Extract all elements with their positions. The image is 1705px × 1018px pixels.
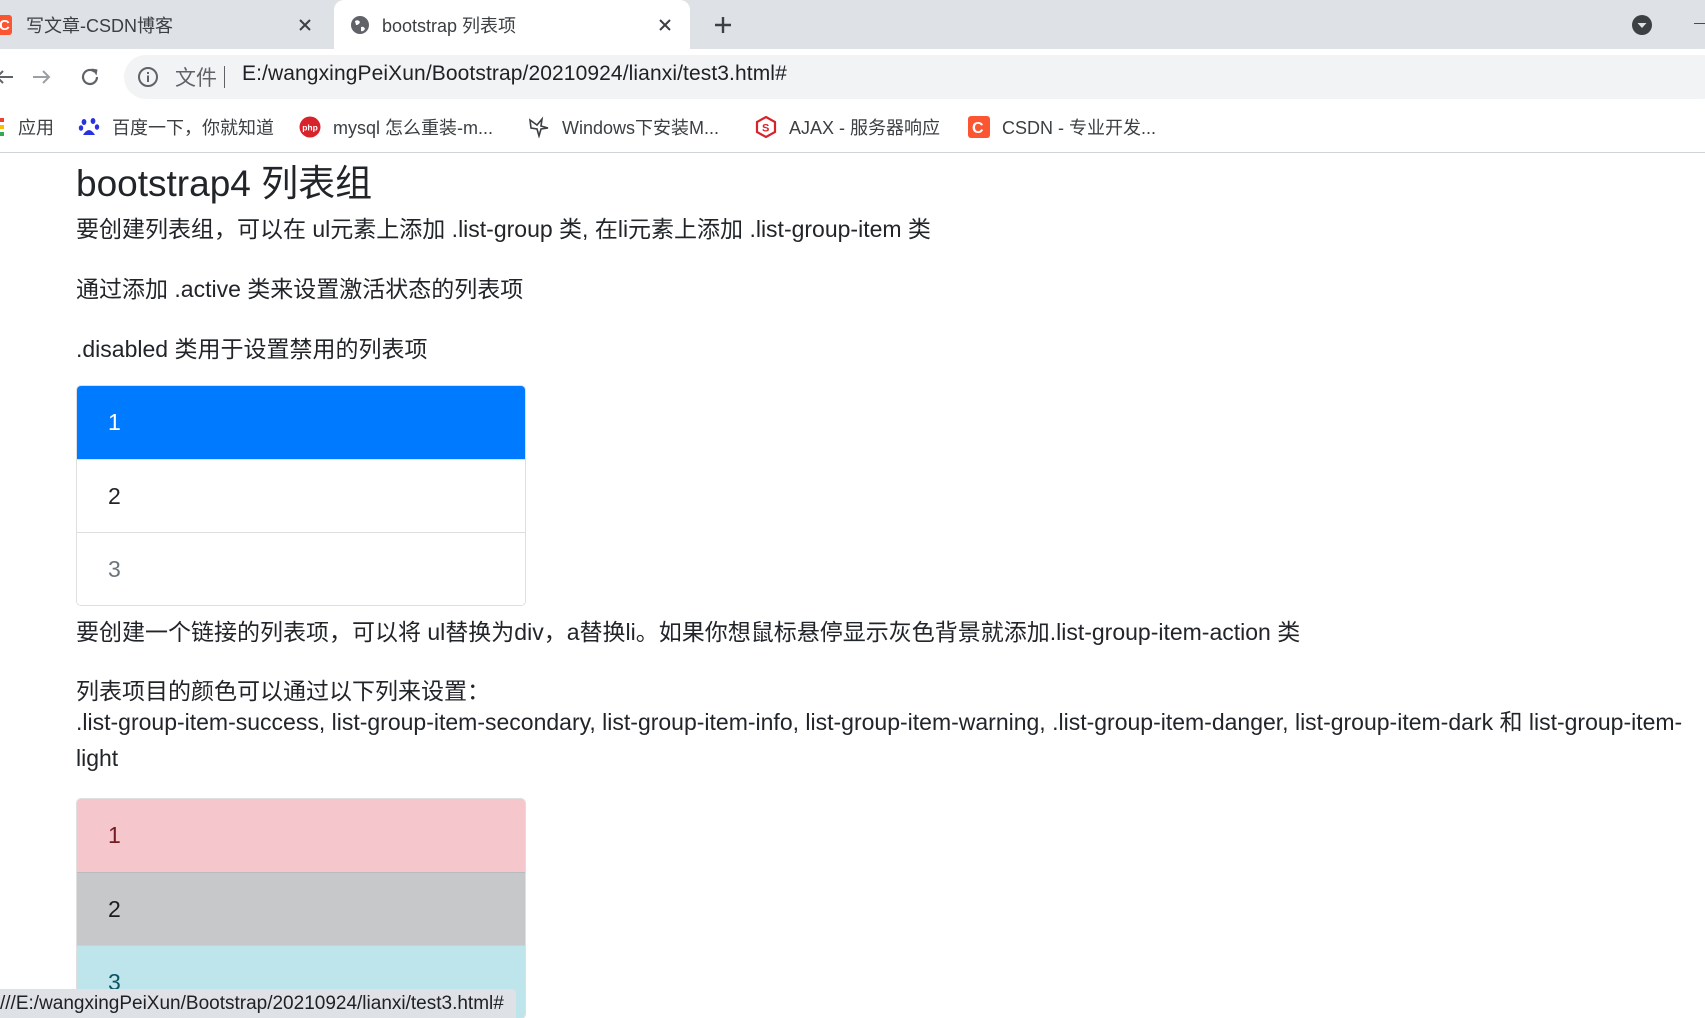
- bookmark-label: Windows下安装M...: [562, 118, 720, 138]
- bookmark-ajax[interactable]: S AJAX - 服务器响应: [755, 114, 940, 140]
- csdn-icon: C: [968, 116, 990, 138]
- window-minimize-icon[interactable]: —: [1694, 14, 1705, 30]
- bookmark-apps[interactable]: 应用: [0, 114, 54, 140]
- svg-text:php: php: [302, 123, 318, 133]
- paragraph-disabled: .disabled 类用于设置禁用的列表项: [76, 336, 428, 362]
- back-button[interactable]: [0, 63, 18, 91]
- close-icon[interactable]: [294, 14, 316, 36]
- forward-button[interactable]: [28, 63, 56, 91]
- page-viewport: bootstrap4 列表组 要创建列表组，可以在 ul元素上添加 .list-…: [0, 153, 1705, 1018]
- list-item-disabled: 3: [77, 532, 525, 605]
- bookmark-label: 百度一下，你就知道: [112, 118, 274, 138]
- bookmark-label: 应用: [18, 118, 54, 138]
- bird-icon: [528, 116, 550, 138]
- globe-icon: [350, 15, 370, 35]
- svg-text:C: C: [0, 17, 10, 34]
- scheme-label: 文件: [175, 67, 217, 90]
- new-tab-button[interactable]: [710, 12, 736, 38]
- tab-csdn[interactable]: C 写文章-CSDN博客: [0, 0, 330, 49]
- list-item-active[interactable]: 1: [77, 386, 525, 459]
- list-item[interactable]: 2: [77, 459, 525, 532]
- php-icon: php: [299, 116, 321, 138]
- bookmark-label: CSDN - 专业开发...: [1002, 118, 1157, 138]
- reload-button[interactable]: [76, 63, 104, 91]
- plus-icon: [715, 17, 731, 33]
- baidu-paw-icon: [78, 116, 100, 138]
- tab-title: bootstrap 列表项: [382, 15, 517, 36]
- paragraph-link-items: 要创建一个链接的列表项，可以将 ul替换为div，a替换li。如果你想鼠标悬停显…: [76, 619, 1301, 645]
- paragraph-colors-intro: 列表项目的颜色可以通过以下列来设置：: [76, 678, 490, 704]
- svg-text:S: S: [762, 123, 769, 135]
- list-group-colored: 1 2 3: [76, 798, 526, 1018]
- csdn-icon: C: [0, 14, 12, 35]
- bookmark-label: mysql 怎么重装-m...: [333, 118, 493, 138]
- bookmark-windows[interactable]: Windows下安装M...: [528, 114, 719, 140]
- paragraph-list-group: 要创建列表组，可以在 ul元素上添加 .list-group 类, 在li元素上…: [76, 216, 931, 242]
- tab-bootstrap[interactable]: bootstrap 列表项: [334, 0, 690, 49]
- apps-grid-icon: [0, 116, 8, 138]
- w3school-icon: S: [755, 116, 777, 138]
- bookmark-csdn[interactable]: C CSDN - 专业开发...: [968, 114, 1156, 140]
- bookmark-mysql[interactable]: php mysql 怎么重装-m...: [299, 114, 493, 140]
- arrow-left-icon: [0, 70, 13, 84]
- reload-icon: [81, 68, 99, 86]
- bookmark-baidu[interactable]: 百度一下，你就知道: [78, 114, 274, 140]
- url-text[interactable]: E:/wangxingPeiXun/Bootstrap/20210924/lia…: [242, 62, 787, 86]
- paragraph-active: 通过添加 .active 类来设置激活状态的列表项: [76, 276, 524, 302]
- list-group-basic: 1 2 3: [76, 385, 526, 606]
- arrow-right-icon: [33, 70, 51, 84]
- list-item-danger[interactable]: 1: [77, 799, 525, 872]
- tab-search-button[interactable]: [1630, 13, 1654, 37]
- status-bar-url: ///E:/wangxingPeiXun/Bootstrap/20210924/…: [0, 989, 516, 1018]
- list-item-dark[interactable]: 2: [77, 872, 525, 945]
- page-heading: bootstrap4 列表组: [76, 163, 373, 204]
- paragraph-color-classes: .list-group-item-success, list-group-ite…: [76, 709, 1683, 771]
- svg-text:C: C: [972, 120, 984, 137]
- info-icon[interactable]: [137, 66, 159, 88]
- close-icon[interactable]: [654, 14, 676, 36]
- bookmark-label: AJAX - 服务器响应: [789, 118, 941, 138]
- chevron-down-icon: [1632, 15, 1652, 35]
- tab-title: 写文章-CSDN博客: [26, 15, 173, 36]
- divider: [224, 66, 225, 88]
